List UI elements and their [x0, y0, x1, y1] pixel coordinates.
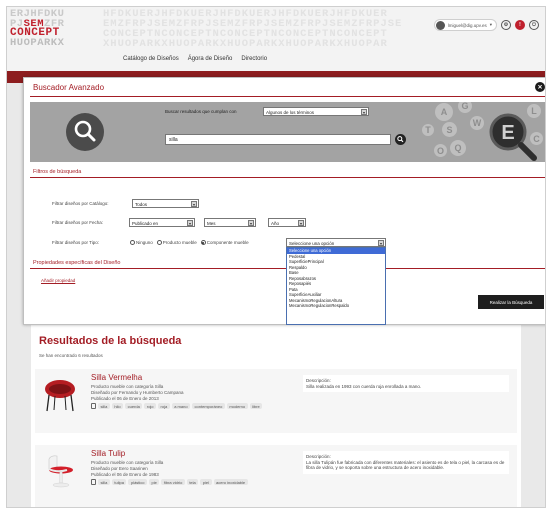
- tag[interactable]: fibra vidrio: [161, 479, 185, 485]
- tag[interactable]: plástico: [128, 479, 148, 485]
- result-meta: Producto mueble con categoría Silla Dise…: [91, 460, 164, 477]
- tag[interactable]: contemporáneo: [192, 403, 225, 409]
- search-panel: Buscar resultados que cumplan con Alguno…: [30, 102, 545, 162]
- tag[interactable]: pie: [149, 479, 160, 485]
- tag[interactable]: hilo: [111, 403, 124, 409]
- month-select[interactable]: Mes: [204, 218, 256, 227]
- letter-bubble: Q: [450, 140, 466, 156]
- match-select[interactable]: Algunos de los términos: [263, 107, 369, 116]
- tag[interactable]: silla: [98, 479, 110, 485]
- radio-button: [200, 239, 206, 245]
- advanced-search-modal: Buscador Avanzado ✕ Buscar resultados qu…: [23, 77, 545, 325]
- component-dropdown-list: Seleccione una opción Pedestal Superfici…: [286, 247, 386, 325]
- list-item[interactable]: Silla Vermelha Producto mueble con categ…: [35, 369, 517, 433]
- result-description: Descripción: La silla Tulipán fue fabric…: [303, 451, 509, 474]
- tag[interactable]: acero inoxidable: [213, 479, 248, 485]
- nav-catalog[interactable]: Catálogo de Diseños: [123, 56, 179, 62]
- chevron-down-icon: [187, 220, 193, 226]
- search-input[interactable]: silla: [165, 134, 391, 145]
- tag[interactable]: piel: [200, 479, 212, 485]
- radio-product[interactable]: Producto mueble: [156, 239, 197, 245]
- result-meta: Producto mueble con categoría Silla Dise…: [91, 384, 184, 401]
- chevron-down-icon: [298, 220, 304, 226]
- catalog-select[interactable]: Todos: [132, 199, 199, 208]
- tag[interactable]: tela: [186, 479, 199, 485]
- letter-bubble: O: [434, 144, 447, 157]
- props-title: Propiedades específicas del Diseño: [33, 260, 121, 266]
- result-name[interactable]: Silla Vermelha: [91, 373, 142, 382]
- chair-thumbnail: [48, 455, 73, 488]
- tag[interactable]: roja: [158, 403, 170, 409]
- svg-text:E: E: [501, 122, 514, 144]
- result-name[interactable]: Silla Tulip: [91, 449, 125, 458]
- chair-thumbnail: [45, 380, 75, 412]
- user-bar: lmiguel@dig.upv.es ▾ ⚙ ! ⏻: [433, 19, 539, 31]
- chevron-down-icon: [248, 220, 254, 226]
- component-select[interactable]: Seleccione una opción: [286, 238, 386, 247]
- radio-component[interactable]: Componente mueble: [200, 239, 249, 245]
- radio-button: [130, 239, 135, 245]
- year-select[interactable]: Año: [268, 218, 306, 227]
- tag[interactable]: moderno: [226, 403, 248, 409]
- chevron-down-icon: [191, 201, 197, 207]
- nav-agora[interactable]: Ágora de Diseño: [188, 56, 233, 62]
- filters-title: Filtros de búsqueda: [33, 169, 82, 175]
- close-icon[interactable]: ✕: [535, 82, 545, 92]
- main-nav: Catálogo de Diseños Ágora de Diseño Dire…: [123, 56, 267, 62]
- tag[interactable]: libre: [249, 403, 263, 409]
- tag-list: silla tulipa plástico pie fibra vidrio t…: [91, 479, 281, 485]
- divider: [30, 96, 545, 97]
- chevron-down-icon: [378, 240, 384, 246]
- filter-date-label: Filtrar diseños por Fecha:: [52, 220, 104, 225]
- browser-page: HFDKUERJHFDKUERJHFDKUERJHFDKUERJHFDKUER …: [6, 6, 546, 508]
- tag[interactable]: a mano: [171, 403, 191, 409]
- site-logo[interactable]: ERJHFDKU PJSEMZFR CONCEPT HUOPARKX: [10, 9, 64, 48]
- radio-button: [156, 239, 162, 245]
- letter-bubble: A: [435, 103, 453, 121]
- tag[interactable]: tulipa: [111, 479, 127, 485]
- tag[interactable]: cuerda: [125, 403, 143, 409]
- tag[interactable]: rojo: [144, 403, 157, 409]
- match-label: Buscar resultados que cumplan con: [165, 109, 237, 114]
- power-icon[interactable]: ⏻: [529, 20, 539, 30]
- search-button[interactable]: Realizar la Búsqueda: [478, 295, 544, 309]
- results-title: Resultados de la búsqueda: [39, 335, 182, 347]
- tag-icon: [91, 479, 96, 485]
- letter-bubble: G: [458, 102, 472, 113]
- list-item[interactable]: Silla Tulip Producto mueble con categorí…: [35, 445, 517, 507]
- notification-icon[interactable]: !: [515, 20, 525, 30]
- filter-type-label: Filtrar diseños por Tipo:: [52, 240, 100, 245]
- letter-bubble: S: [442, 122, 457, 137]
- tag-icon: [91, 403, 96, 409]
- tag-list: silla hilo cuerda rojo roja a mano conte…: [91, 403, 281, 409]
- dropdown-option[interactable]: MecanismoRegulacionRespaldo: [287, 303, 385, 309]
- tag[interactable]: silla: [98, 403, 110, 409]
- add-property-link[interactable]: Añadir propiedad: [41, 278, 75, 283]
- type-radio-group: Ninguno Producto mueble Componente muebl…: [130, 239, 249, 245]
- search-submit-button[interactable]: [395, 134, 406, 145]
- modal-title: Buscador Avanzado: [33, 83, 105, 92]
- user-email: lmiguel@dig.upv.es: [447, 22, 487, 28]
- avatar: [435, 20, 445, 30]
- divider: [30, 177, 545, 178]
- user-menu[interactable]: lmiguel@dig.upv.es ▾: [433, 19, 497, 31]
- radio-none[interactable]: Ninguno: [130, 239, 153, 245]
- site-header: HFDKUERJHFDKUERJHFDKUERJHFDKUERJHFDKUER …: [7, 7, 545, 71]
- filter-catalog-label: Filtrar diseños por Catálogo:: [52, 201, 109, 206]
- results-count: Se han encontrado 6 resultados: [39, 353, 103, 358]
- settings-icon[interactable]: ⚙: [501, 20, 511, 30]
- magnifier-illustration: E: [489, 113, 537, 161]
- search-icon: [66, 113, 104, 151]
- nav-directory[interactable]: Directorio: [241, 56, 267, 62]
- letter-bubble: T: [422, 124, 434, 136]
- result-description: Descripción: Silla realizada en 1993 con…: [303, 375, 509, 392]
- date-mode-select[interactable]: Publicado en: [129, 218, 195, 227]
- chevron-down-icon: ▾: [489, 22, 492, 27]
- results-section: Resultados de la búsqueda Se han encontr…: [31, 325, 521, 507]
- chevron-down-icon: [361, 109, 367, 115]
